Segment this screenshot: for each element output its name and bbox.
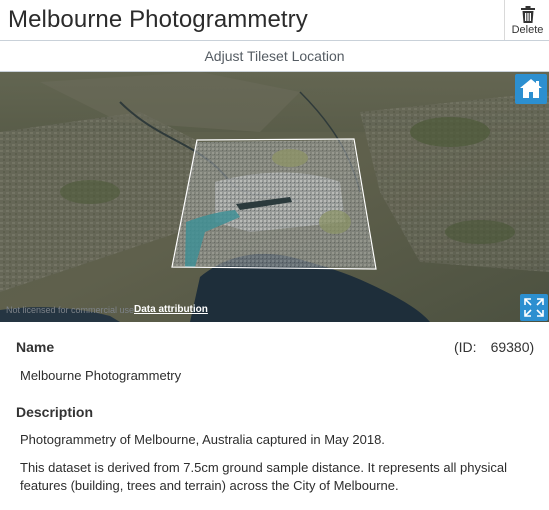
attribution-notice: Not licensed for commercial use — [6, 305, 135, 315]
delete-label: Delete — [511, 24, 544, 36]
fullscreen-icon — [524, 298, 544, 317]
name-value: Melbourne Photogrammetry — [20, 368, 182, 383]
home-button[interactable] — [515, 74, 547, 104]
fullscreen-button[interactable] — [520, 294, 548, 321]
home-icon — [520, 79, 542, 98]
description-label: Description — [16, 404, 94, 420]
page-title: Melbourne Photogrammetry — [8, 6, 308, 33]
trash-icon — [521, 6, 535, 23]
data-attribution-link[interactable]: Data attribution — [134, 304, 208, 315]
adjust-tileset-location-button[interactable]: Adjust Tileset Location — [0, 40, 549, 72]
delete-button[interactable]: Delete — [504, 0, 549, 40]
id-label: (ID: — [454, 339, 477, 355]
panel-header: Melbourne Photogrammetry Delete — [0, 0, 549, 40]
description-line-2: This dataset is derived from 7.5cm groun… — [20, 460, 508, 475]
name-label: Name — [16, 339, 55, 355]
description-line-3: features (building, trees and terrain) a… — [20, 478, 399, 493]
id-value: 69380) — [490, 339, 535, 355]
map-viewer[interactable]: Not licensed for commercial use Data att… — [0, 72, 549, 322]
description-line-1: Photogrammetry of Melbourne, Australia c… — [20, 432, 385, 447]
map-imagery — [0, 72, 549, 322]
asset-id: (ID: 69380) — [454, 339, 534, 355]
